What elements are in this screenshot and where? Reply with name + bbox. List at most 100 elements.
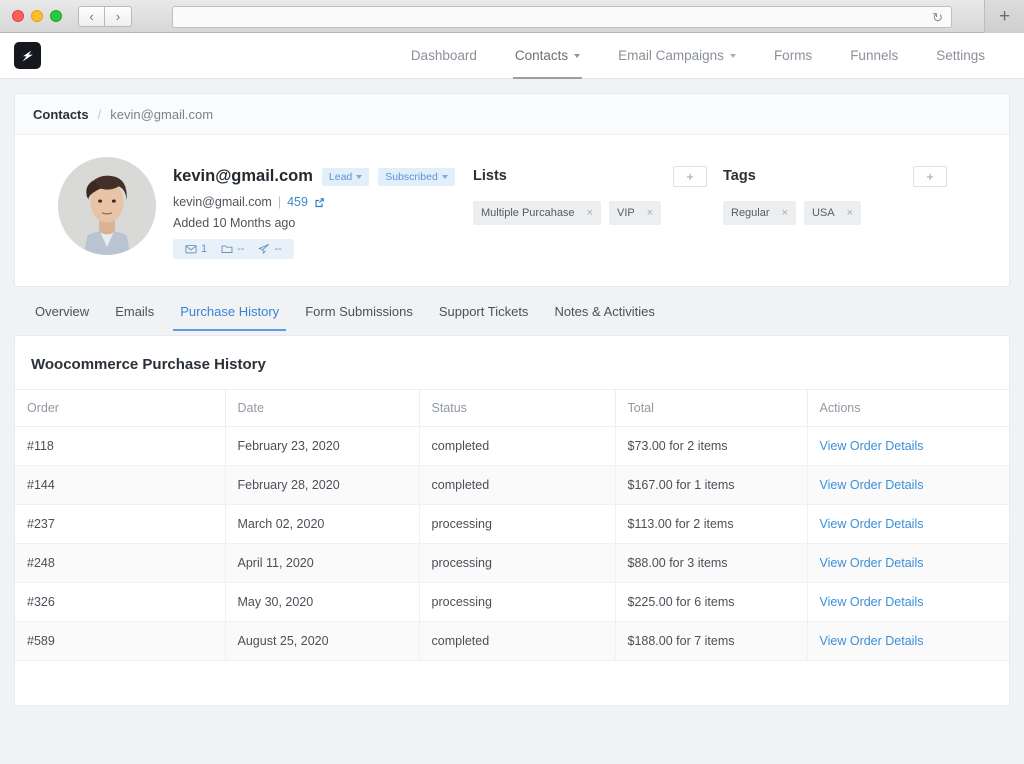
lists-and-tags: Lists + Multiple Purcahase × VIP	[473, 157, 989, 260]
tab-overview[interactable]: Overview	[22, 294, 102, 329]
add-list-button[interactable]: +	[673, 166, 707, 187]
nav-item-settings[interactable]: Settings	[917, 33, 1004, 78]
tab-support-tickets[interactable]: Support Tickets	[426, 294, 542, 329]
cell-order: #118	[15, 427, 225, 466]
view-order-details-link[interactable]: View Order Details	[820, 517, 924, 531]
cell-date: August 25, 2020	[225, 622, 419, 661]
tab-purchase-history[interactable]: Purchase History	[167, 294, 292, 329]
table-row: #237 March 02, 2020 processing $113.00 f…	[15, 505, 1009, 544]
stat-emails-value: 1	[201, 243, 207, 255]
subscription-status-dropdown[interactable]: Subscribed	[378, 168, 455, 186]
remove-icon[interactable]: ×	[587, 207, 593, 219]
cell-order: #237	[15, 505, 225, 544]
reload-icon[interactable]: ↻	[932, 11, 943, 24]
list-chip-label: VIP	[617, 207, 635, 219]
contact-id[interactable]: 459	[287, 195, 308, 209]
page-content: Contacts / kevin@gmail.com	[0, 79, 1024, 764]
meta-separator: |	[278, 195, 281, 209]
cell-status: completed	[419, 466, 615, 505]
app-logo[interactable]	[14, 42, 41, 69]
column-header-status: Status	[419, 390, 615, 427]
lead-status-label: Lead	[329, 171, 352, 183]
chevron-down-icon	[442, 175, 448, 179]
nav-item-dashboard[interactable]: Dashboard	[392, 33, 496, 78]
tags-title: Tags	[723, 168, 756, 184]
list-chip[interactable]: VIP ×	[609, 201, 661, 225]
nav-label: Dashboard	[411, 48, 477, 63]
profile-body: kevin@gmail.com Lead Subscribed k	[15, 135, 1009, 286]
back-button[interactable]: ‹	[78, 6, 105, 27]
remove-icon[interactable]: ×	[782, 207, 788, 219]
folder-icon	[221, 243, 233, 255]
cell-total: $113.00 for 2 items	[615, 505, 807, 544]
nav-item-funnels[interactable]: Funnels	[831, 33, 917, 78]
close-window-button[interactable]	[12, 10, 24, 22]
view-order-details-link[interactable]: View Order Details	[820, 556, 924, 570]
purchase-history-title: Woocommerce Purchase History	[15, 336, 1009, 389]
table-header-row: Order Date Status Total Actions	[15, 390, 1009, 427]
contact-avatar	[58, 157, 156, 255]
add-tag-button[interactable]: +	[913, 166, 947, 187]
chevron-down-icon	[356, 175, 362, 179]
table-row: #589 August 25, 2020 completed $188.00 f…	[15, 622, 1009, 661]
nav-item-email-campaigns[interactable]: Email Campaigns	[599, 33, 755, 78]
address-bar[interactable]: ↻	[172, 6, 952, 28]
cell-total: $167.00 for 1 items	[615, 466, 807, 505]
table-row: #326 May 30, 2020 processing $225.00 for…	[15, 583, 1009, 622]
cell-date: May 30, 2020	[225, 583, 419, 622]
tab-notes-activities[interactable]: Notes & Activities	[541, 294, 667, 329]
stat-folders[interactable]: --	[216, 243, 249, 255]
chevron-down-icon	[574, 54, 580, 58]
list-chip[interactable]: Multiple Purcahase ×	[473, 201, 601, 225]
tag-chip[interactable]: Regular ×	[723, 201, 796, 225]
chevron-down-icon	[730, 54, 736, 58]
contact-added-date: Added 10 Months ago	[173, 216, 473, 230]
lead-status-dropdown[interactable]: Lead	[322, 168, 369, 186]
contact-tabs: Overview Emails Purchase History Form Su…	[14, 287, 1010, 335]
avatar-photo	[58, 157, 156, 255]
purchase-history-card: Woocommerce Purchase History Order Date …	[14, 335, 1010, 706]
window-traffic-lights	[12, 10, 62, 22]
subscription-status-label: Subscribed	[385, 171, 438, 183]
breadcrumb-current: kevin@gmail.com	[110, 107, 213, 122]
view-order-details-link[interactable]: View Order Details	[820, 595, 924, 609]
cell-status: processing	[419, 544, 615, 583]
column-header-total: Total	[615, 390, 807, 427]
breadcrumb-root[interactable]: Contacts	[33, 107, 89, 122]
remove-icon[interactable]: ×	[647, 207, 653, 219]
contact-stats: 1 --	[173, 239, 294, 259]
cell-total: $88.00 for 3 items	[615, 544, 807, 583]
stat-sent[interactable]: --	[253, 243, 286, 255]
contact-profile-card: Contacts / kevin@gmail.com	[14, 93, 1010, 287]
cell-date: April 11, 2020	[225, 544, 419, 583]
view-order-details-link[interactable]: View Order Details	[820, 439, 924, 453]
forward-button[interactable]: ›	[105, 6, 132, 27]
tags-header: Tags +	[723, 163, 963, 189]
remove-icon[interactable]: ×	[847, 207, 853, 219]
envelope-icon	[185, 243, 197, 255]
view-order-details-link[interactable]: View Order Details	[820, 478, 924, 492]
tab-emails[interactable]: Emails	[102, 294, 167, 329]
table-body: #118 February 23, 2020 completed $73.00 …	[15, 427, 1009, 661]
cell-order: #326	[15, 583, 225, 622]
cell-order: #248	[15, 544, 225, 583]
tag-chip[interactable]: USA ×	[804, 201, 861, 225]
stat-emails[interactable]: 1	[180, 243, 212, 255]
main-navigation: Dashboard Contacts Email Campaigns Forms…	[392, 33, 1004, 78]
tag-chip-label: USA	[812, 207, 835, 219]
minimize-window-button[interactable]	[31, 10, 43, 22]
tab-form-submissions[interactable]: Form Submissions	[292, 294, 426, 329]
app-header: Dashboard Contacts Email Campaigns Forms…	[0, 33, 1024, 79]
view-order-details-link[interactable]: View Order Details	[820, 634, 924, 648]
external-link-icon[interactable]	[314, 197, 325, 208]
nav-item-forms[interactable]: Forms	[755, 33, 831, 78]
maximize-window-button[interactable]	[50, 10, 62, 22]
contact-meta: kevin@gmail.com | 459	[173, 195, 473, 209]
contact-name: kevin@gmail.com	[173, 167, 313, 186]
nav-item-contacts[interactable]: Contacts	[496, 33, 599, 78]
nav-label: Email Campaigns	[618, 48, 724, 63]
new-tab-button[interactable]: +	[984, 0, 1024, 33]
lists-section: Lists + Multiple Purcahase × VIP	[473, 163, 723, 260]
cell-total: $188.00 for 7 items	[615, 622, 807, 661]
nav-label: Settings	[936, 48, 985, 63]
